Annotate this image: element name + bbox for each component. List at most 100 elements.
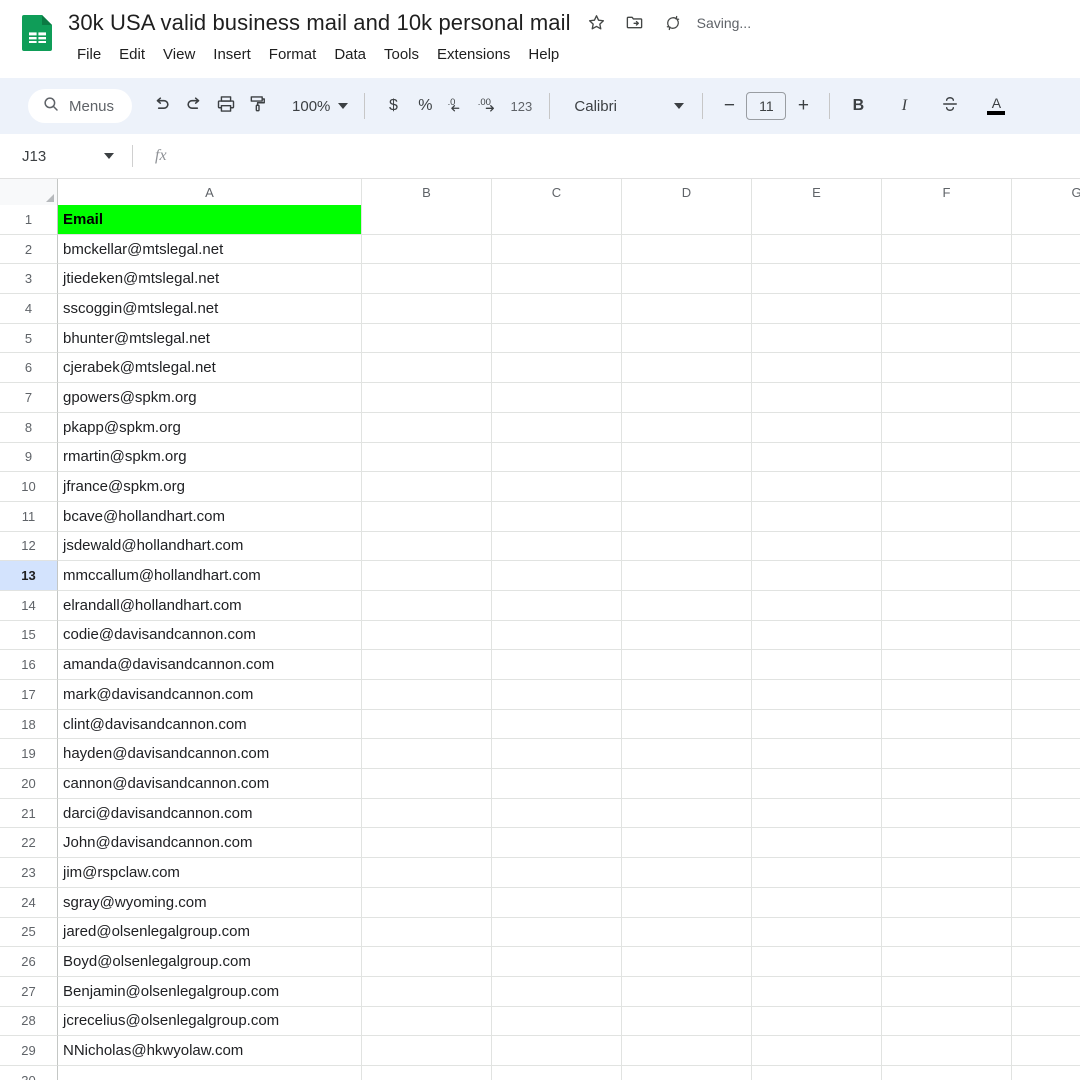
menu-help[interactable]: Help <box>519 43 568 66</box>
cell-F15[interactable] <box>882 620 1012 651</box>
cell-A5[interactable]: bhunter@mtslegal.net <box>58 323 362 354</box>
menu-insert[interactable]: Insert <box>204 43 260 66</box>
column-header-a[interactable]: A <box>58 179 362 205</box>
menu-file[interactable]: File <box>68 43 110 66</box>
cell-F5[interactable] <box>882 323 1012 354</box>
cell-G16[interactable] <box>1012 650 1080 680</box>
formula-input[interactable] <box>167 134 1080 178</box>
cell-B6[interactable] <box>362 353 492 384</box>
cell-B27[interactable] <box>362 976 492 1007</box>
cell-C22[interactable] <box>492 828 622 859</box>
cell-A25[interactable]: jared@olsenlegalgroup.com <box>58 917 362 948</box>
cell-A11[interactable]: bcave@hollandhart.com <box>58 501 362 532</box>
menu-data[interactable]: Data <box>325 43 375 66</box>
cell-A2[interactable]: bmckellar@mtslegal.net <box>58 234 362 265</box>
cell-D24[interactable] <box>622 887 752 918</box>
cell-B24[interactable] <box>362 887 492 918</box>
cell-F6[interactable] <box>882 353 1012 384</box>
menus-search-button[interactable]: Menus <box>28 89 133 123</box>
cell-C30[interactable] <box>492 1065 622 1080</box>
column-header-c[interactable]: C <box>492 179 622 205</box>
cell-D16[interactable] <box>622 650 752 680</box>
cell-E5[interactable] <box>752 323 882 354</box>
row-header[interactable]: 1 <box>0 205 58 235</box>
cell-C17[interactable] <box>492 680 622 710</box>
cell-B29[interactable] <box>362 1036 492 1066</box>
cell-F21[interactable] <box>882 798 1012 829</box>
cell-F19[interactable] <box>882 739 1012 770</box>
cell-A22[interactable]: John@davisandcannon.com <box>58 828 362 859</box>
cell-E14[interactable] <box>752 590 882 621</box>
cell-G27[interactable] <box>1012 977 1080 1007</box>
cell-D18[interactable] <box>622 709 752 740</box>
cell-E16[interactable] <box>752 650 882 680</box>
cell-G5[interactable] <box>1012 324 1080 354</box>
row-header[interactable]: 7 <box>0 383 58 413</box>
cell-E21[interactable] <box>752 798 882 829</box>
cell-G6[interactable] <box>1012 353 1080 384</box>
cell-F24[interactable] <box>882 887 1012 918</box>
cell-F13[interactable] <box>882 561 1012 591</box>
cell-E10[interactable] <box>752 472 882 502</box>
cell-C21[interactable] <box>492 798 622 829</box>
cell-C26[interactable] <box>492 947 622 977</box>
cell-A9[interactable]: rmartin@spkm.org <box>58 442 362 473</box>
cell-D17[interactable] <box>622 680 752 710</box>
cell-C29[interactable] <box>492 1036 622 1066</box>
cell-E6[interactable] <box>752 353 882 384</box>
cell-D2[interactable] <box>622 234 752 265</box>
row-header[interactable]: 5 <box>0 323 58 354</box>
row-header[interactable]: 17 <box>0 680 58 710</box>
row-header[interactable]: 18 <box>0 709 58 740</box>
cell-E23[interactable] <box>752 858 882 888</box>
cell-F27[interactable] <box>882 976 1012 1007</box>
cell-D1[interactable] <box>622 205 752 235</box>
cell-G2[interactable] <box>1012 235 1080 265</box>
cell-C23[interactable] <box>492 858 622 888</box>
cell-A19[interactable]: hayden@davisandcannon.com <box>58 739 362 770</box>
cell-D14[interactable] <box>622 590 752 621</box>
cell-D15[interactable] <box>622 620 752 651</box>
cell-F9[interactable] <box>882 442 1012 473</box>
cell-E28[interactable] <box>752 1006 882 1037</box>
more-formats-button[interactable]: 123 <box>505 90 537 122</box>
cell-B5[interactable] <box>362 323 492 354</box>
undo-button[interactable] <box>146 90 178 122</box>
cell-G24[interactable] <box>1012 888 1080 918</box>
cell-G25[interactable] <box>1012 918 1080 948</box>
cell-D9[interactable] <box>622 442 752 473</box>
cell-A26[interactable]: Boyd@olsenlegalgroup.com <box>58 947 362 977</box>
cell-D4[interactable] <box>622 294 752 324</box>
cell-C25[interactable] <box>492 917 622 948</box>
menu-view[interactable]: View <box>154 43 204 66</box>
column-header-g[interactable]: G <box>1012 179 1080 205</box>
bold-button[interactable]: B <box>842 90 874 122</box>
redo-button[interactable] <box>178 90 210 122</box>
cell-C20[interactable] <box>492 769 622 799</box>
cell-C11[interactable] <box>492 501 622 532</box>
cell-G7[interactable] <box>1012 383 1080 413</box>
menu-extensions[interactable]: Extensions <box>428 43 519 66</box>
cell-G26[interactable] <box>1012 947 1080 977</box>
cell-C3[interactable] <box>492 264 622 295</box>
cell-A20[interactable]: cannon@davisandcannon.com <box>58 769 362 799</box>
cell-G13[interactable] <box>1012 561 1080 591</box>
cell-A27[interactable]: Benjamin@olsenlegalgroup.com <box>58 976 362 1007</box>
cell-E26[interactable] <box>752 947 882 977</box>
row-header[interactable]: 10 <box>0 472 58 502</box>
document-title[interactable]: 30k USA valid business mail and 10k pers… <box>68 10 571 36</box>
cell-F10[interactable] <box>882 472 1012 502</box>
cell-F28[interactable] <box>882 1006 1012 1037</box>
cell-B25[interactable] <box>362 917 492 948</box>
menu-edit[interactable]: Edit <box>110 43 154 66</box>
cell-A4[interactable]: sscoggin@mtslegal.net <box>58 294 362 324</box>
cell-B13[interactable] <box>362 561 492 591</box>
cell-A6[interactable]: cjerabek@mtslegal.net <box>58 353 362 384</box>
cell-F2[interactable] <box>882 234 1012 265</box>
cell-G19[interactable] <box>1012 739 1080 770</box>
cell-D26[interactable] <box>622 947 752 977</box>
cell-F23[interactable] <box>882 858 1012 888</box>
cell-A17[interactable]: mark@davisandcannon.com <box>58 680 362 710</box>
cell-C6[interactable] <box>492 353 622 384</box>
cell-F25[interactable] <box>882 917 1012 948</box>
